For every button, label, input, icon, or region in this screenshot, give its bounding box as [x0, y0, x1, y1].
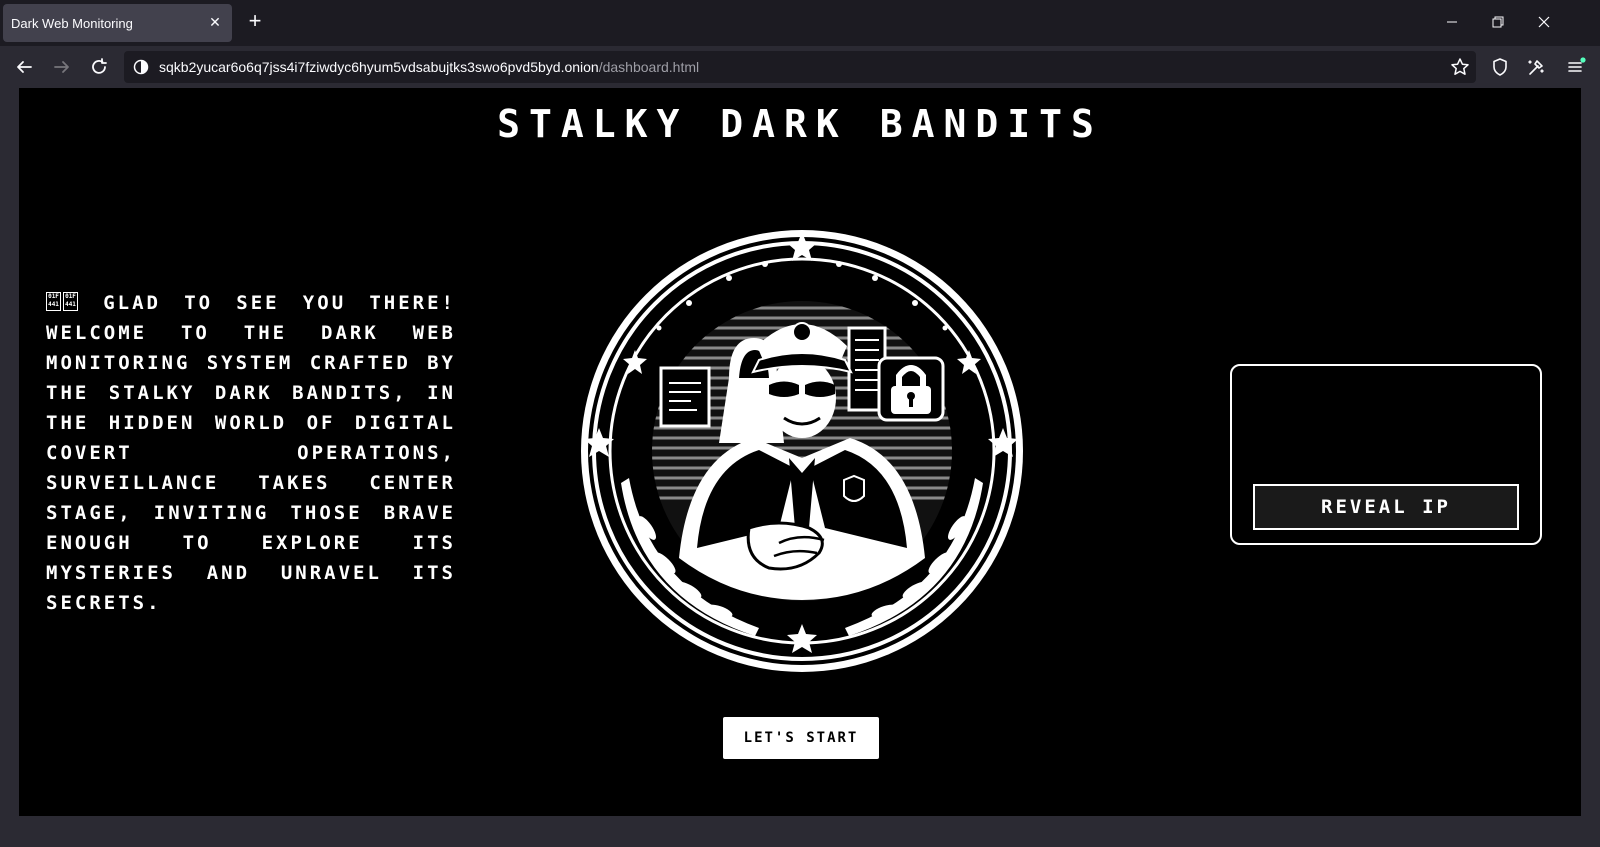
url-path: /dashboard.html	[598, 59, 700, 75]
forward-icon[interactable]	[50, 55, 74, 79]
reload-icon[interactable]	[87, 55, 111, 79]
reveal-ip-panel: REVEAL IP	[1230, 364, 1542, 545]
url-text[interactable]: sqkb2yucar6o6q7jss4i7fziwdyc6hyum5vdsabu…	[159, 59, 699, 75]
navigation-toolbar: sqkb2yucar6o6q7jss4i7fziwdyc6hyum5vdsabu…	[0, 46, 1600, 88]
page-content: STALKY DARK BANDITS 01F 44101F 441 Glad …	[19, 88, 1581, 816]
url-bar[interactable]: sqkb2yucar6o6q7jss4i7fziwdyc6hyum5vdsabu…	[124, 51, 1476, 83]
new-tab-icon[interactable]: +	[245, 10, 265, 32]
extension-icon[interactable]	[1524, 55, 1548, 79]
site-title: STALKY DARK BANDITS	[497, 102, 1103, 146]
shield-icon[interactable]	[1488, 55, 1512, 79]
reveal-ip-button[interactable]: REVEAL IP	[1253, 484, 1519, 530]
intro-text: Glad to see you there! Welcome to the da…	[46, 292, 456, 614]
eye-emoji-icon: 01F 441	[63, 292, 78, 311]
bookmark-star-icon[interactable]	[1450, 57, 1470, 77]
police-emblem-image	[581, 230, 1023, 672]
lets-start-button[interactable]: LET'S START	[723, 717, 879, 759]
eye-emoji-icon: 01F 441	[46, 292, 61, 311]
url-host: sqkb2yucar6o6q7jss4i7fziwdyc6hyum5vdsabu…	[159, 59, 599, 75]
site-info-icon[interactable]	[133, 59, 149, 75]
close-window-icon[interactable]	[1533, 11, 1555, 33]
intro-text-block: 01F 44101F 441 Glad to see you there! We…	[46, 288, 456, 618]
tab-title: Dark Web Monitoring	[11, 16, 133, 31]
minimize-icon[interactable]	[1441, 11, 1463, 33]
tab-bar: Dark Web Monitoring ✕ +	[0, 0, 1600, 46]
browser-tab[interactable]: Dark Web Monitoring ✕	[3, 4, 232, 42]
tab-close-icon[interactable]: ✕	[206, 13, 224, 31]
back-icon[interactable]	[12, 55, 36, 79]
restore-icon[interactable]	[1487, 11, 1509, 33]
menu-icon[interactable]	[1564, 55, 1588, 79]
